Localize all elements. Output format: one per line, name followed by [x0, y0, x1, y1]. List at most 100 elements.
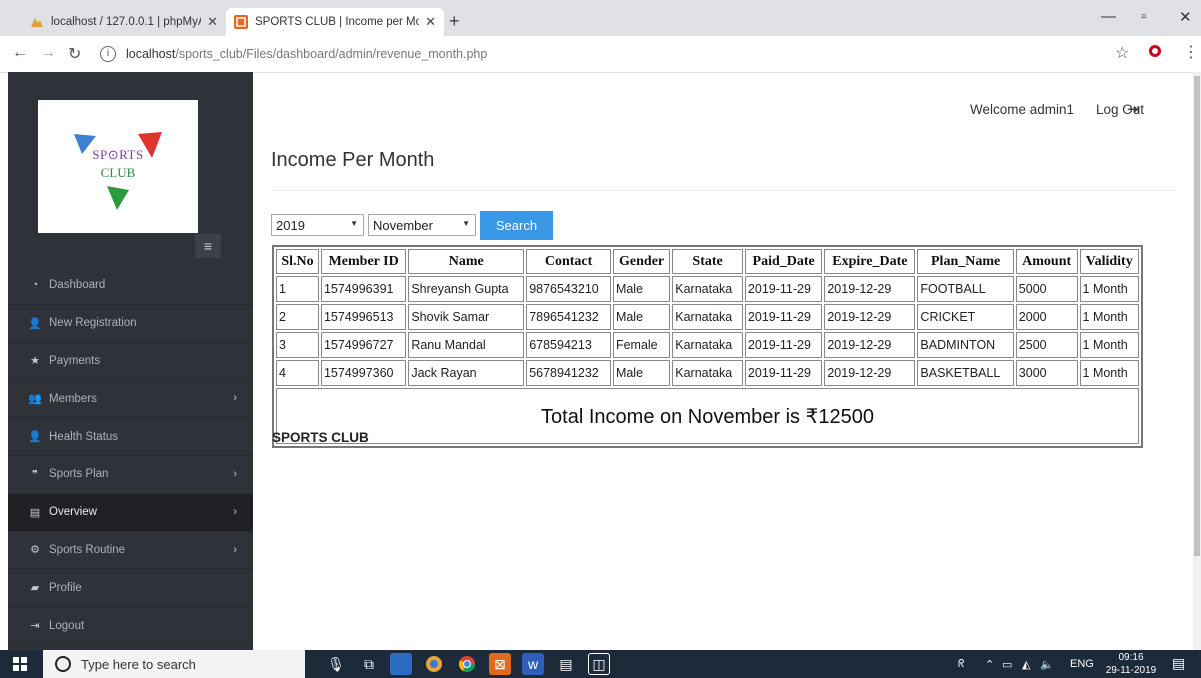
- table-cell: 1574996727: [320, 332, 407, 358]
- chevron-right-icon: ›: [233, 467, 237, 480]
- language-indicator[interactable]: ENG: [1070, 658, 1094, 670]
- sidebar-item-overview[interactable]: ▤ Overview ›: [8, 493, 253, 532]
- year-select-value: 2019: [276, 217, 305, 233]
- notifications-icon[interactable]: ▤: [1172, 655, 1185, 672]
- table-cell: 5678941232: [526, 360, 611, 386]
- microphone-icon[interactable]: 🎙: [325, 653, 347, 675]
- show-hidden-icons-icon[interactable]: ⌃: [985, 658, 994, 671]
- user-plus-icon: 👤: [28, 317, 42, 330]
- table-cell: 2500: [1015, 332, 1078, 358]
- edge-icon[interactable]: [423, 653, 445, 675]
- table-cell: BADMINTON: [917, 332, 1014, 358]
- table-cell: 2019-12-29: [824, 304, 916, 330]
- table-cell: 2: [276, 304, 319, 330]
- dropdown-arrow-icon: ▼: [350, 219, 358, 228]
- word-icon[interactable]: w: [522, 653, 544, 675]
- logo-text-club: CLUB: [100, 165, 136, 180]
- taskbar-search-placeholder: Type here to search: [81, 656, 196, 672]
- tab-sports-club[interactable]: SPORTS CLUB | Income per Mont ✕: [226, 8, 444, 36]
- sidebar-item-label: Logout: [49, 619, 85, 632]
- window-close-icon[interactable]: ✕: [1179, 8, 1192, 26]
- year-select[interactable]: 2019 ▼: [271, 214, 364, 236]
- file-explorer-icon[interactable]: [390, 653, 412, 675]
- sidebar-item-new-registration[interactable]: 👤 New Registration: [8, 305, 253, 343]
- clock-date: 29-11-2019: [1105, 665, 1157, 676]
- month-select[interactable]: November ▼: [368, 214, 476, 236]
- table-row: 4 1574997360 Jack Rayan 5678941232 Male …: [276, 360, 1139, 386]
- sidebar-item-sports-routine[interactable]: ⚙ Sports Routine ›: [8, 532, 253, 570]
- table-cell: Jack Rayan: [408, 360, 525, 386]
- table-cell: BASKETBALL: [917, 360, 1014, 386]
- table-cell: 4: [276, 360, 319, 386]
- logo-text-sports: SP⊙RTS: [92, 147, 144, 162]
- table-cell: Ranu Mandal: [408, 332, 525, 358]
- logo: SP⊙RTS CLUB: [38, 100, 198, 233]
- table-cell: 7896541232: [526, 304, 611, 330]
- table-cell: Karnataka: [672, 304, 743, 330]
- sidebar-item-label: Payments: [49, 354, 101, 367]
- column-header: Sl.No: [276, 249, 319, 274]
- browser-menu-icon[interactable]: ⋮: [1183, 42, 1199, 62]
- clock-time: 09:16: [1118, 652, 1144, 663]
- table-cell: 1574997360: [320, 360, 407, 386]
- sidebar-item-label: Sports Plan: [49, 468, 109, 481]
- reload-icon[interactable]: ↻: [68, 44, 81, 64]
- sidebar-menu: ◔ Dashboard 👤 New Registration ★ Payment…: [8, 267, 253, 645]
- logout-icon[interactable]: ⇥: [1127, 100, 1140, 118]
- sidebar-item-profile[interactable]: ▰ Profile: [8, 569, 253, 608]
- table-cell: 678594213: [526, 332, 611, 358]
- sidebar-item-health-status[interactable]: 👤 Health Status: [8, 418, 253, 456]
- table-cell: 5000: [1015, 276, 1078, 302]
- extension-icon[interactable]: [1149, 45, 1161, 57]
- back-icon[interactable]: ←: [12, 44, 28, 62]
- sidebar-item-label: Profile: [49, 581, 82, 594]
- logout-icon: ⇥: [30, 620, 40, 633]
- income-table: Sl.No Member ID Name Contact Gender Stat…: [272, 245, 1143, 448]
- forward-icon[interactable]: →: [40, 44, 56, 62]
- column-header: Member ID: [320, 249, 407, 274]
- close-icon[interactable]: ✕: [207, 14, 218, 30]
- table-cell: 1574996513: [320, 304, 407, 330]
- info-icon[interactable]: i: [100, 46, 116, 62]
- people-icon[interactable]: ᖇ: [958, 658, 965, 671]
- new-tab-button[interactable]: +: [449, 11, 460, 32]
- address-bar[interactable]: i localhost/sports_club/Files/dashboard/…: [100, 42, 1080, 66]
- sidebar-toggle-button[interactable]: ≡: [195, 234, 221, 258]
- network-icon[interactable]: ▭: [1002, 658, 1012, 671]
- wifi-icon[interactable]: ◭: [1022, 658, 1030, 671]
- table-cell: 1: [276, 276, 319, 302]
- tab-title: localhost / 127.0.0.1 | phpMyAdm: [51, 16, 201, 28]
- taskbar-clock[interactable]: 09:16 29-11-2019: [1104, 651, 1158, 677]
- total-income-text: Total Income on November is ₹12500: [276, 388, 1139, 444]
- sidebar-item-logout[interactable]: ⇥ Logout: [8, 607, 253, 645]
- table-cell: FOOTBALL: [917, 276, 1014, 302]
- volume-icon[interactable]: 🔈: [1040, 658, 1054, 671]
- sidebar-item-label: Dashboard: [49, 279, 106, 292]
- sidebar-item-payments[interactable]: ★ Payments: [8, 343, 253, 381]
- bookmark-star-icon[interactable]: ☆: [1115, 43, 1129, 63]
- windows-start-icon[interactable]: [13, 657, 27, 674]
- xampp-icon[interactable]: ⊠: [489, 653, 511, 675]
- sidebar-item-sports-plan[interactable]: ❞ Sports Plan ›: [8, 456, 253, 494]
- table-cell: 2019-12-29: [824, 276, 916, 302]
- table-cell: 9876543210: [526, 276, 611, 302]
- table-cell: 2019-11-29: [744, 332, 823, 358]
- tab-phpmyadmin[interactable]: localhost / 127.0.0.1 | phpMyAdm ✕: [22, 8, 226, 36]
- chrome-icon[interactable]: [456, 653, 478, 675]
- app-icon[interactable]: ◫: [588, 653, 610, 675]
- column-header: Gender: [612, 249, 671, 274]
- table-cell: 2019-11-29: [744, 360, 823, 386]
- page-title: Income Per Month: [271, 149, 435, 171]
- site-favicon: [234, 15, 248, 29]
- taskbar-search[interactable]: Type here to search: [43, 650, 305, 678]
- total-row: Total Income on November is ₹12500: [276, 388, 1139, 444]
- notepad-icon[interactable]: ▤: [555, 653, 577, 675]
- sidebar-item-members[interactable]: 👥 Members ›: [8, 380, 253, 419]
- scrollbar-thumb[interactable]: [1194, 76, 1200, 556]
- minimize-icon[interactable]: —: [1101, 8, 1116, 25]
- search-button[interactable]: Search: [480, 211, 553, 240]
- close-icon[interactable]: ✕: [425, 14, 436, 30]
- restore-icon[interactable]: ▫: [1141, 8, 1146, 25]
- sidebar-item-dashboard[interactable]: ◔ Dashboard: [8, 267, 253, 305]
- task-view-icon[interactable]: ⧉: [358, 653, 380, 675]
